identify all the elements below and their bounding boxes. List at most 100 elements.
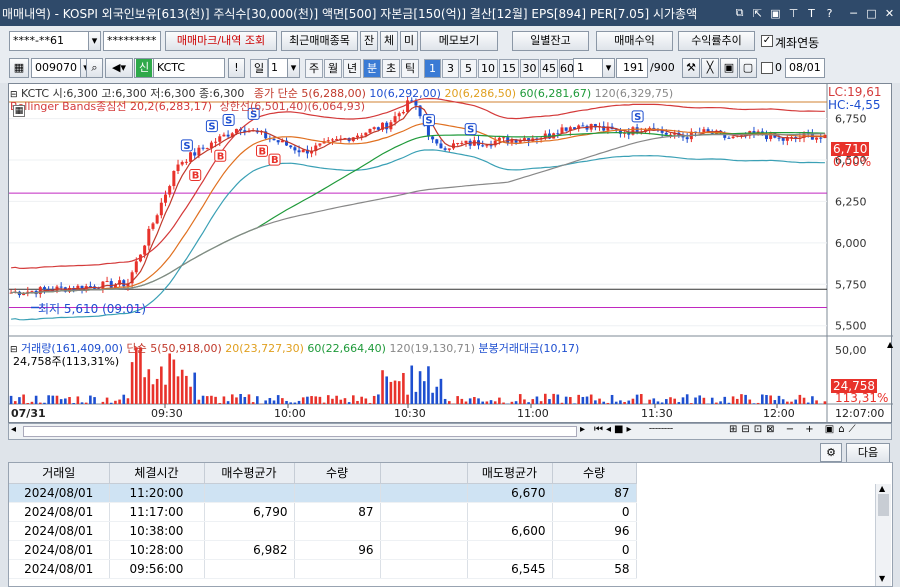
period-dropdown-button[interactable]: ▾ [287, 58, 300, 78]
scroll-track[interactable] [23, 426, 577, 437]
alert-icon[interactable]: ! [228, 58, 245, 78]
period-month-button[interactable]: 월 [324, 59, 342, 78]
interval-button-45[interactable]: 45 [540, 59, 558, 78]
stock-code-field[interactable]: 009070 [31, 58, 81, 78]
save-icon[interactable]: ▣ [720, 58, 738, 78]
table-row[interactable]: 2024/08/01 10:28:00 6,982 96 0 [9, 540, 637, 560]
balance-button[interactable]: 잔 [360, 31, 378, 51]
period-year-button[interactable]: 년 [343, 59, 361, 78]
count-select[interactable]: 1 [573, 58, 603, 78]
account-link-checkbox[interactable]: ✓ [761, 35, 773, 47]
col-exec-time[interactable]: 체결시간 [109, 463, 205, 484]
volume-bar [731, 396, 735, 404]
pushpin-icon[interactable]: ⊤ [786, 6, 801, 21]
profit-trend-button[interactable]: 수익률추이 [678, 31, 755, 51]
period-minute-button[interactable]: 분 [363, 59, 381, 78]
table-row[interactable]: 2024/08/01 11:20:00 6,670 87 [9, 483, 637, 503]
lock-icon[interactable]: ▣ [768, 6, 783, 21]
settings-gear-icon[interactable]: ⚙ [820, 443, 842, 462]
interval-button-1[interactable]: 1 [424, 59, 441, 78]
volume-bar [443, 398, 447, 404]
trade-profit-button[interactable]: 매매수익 [596, 31, 673, 51]
col-trade-date[interactable]: 거래일 [9, 463, 110, 484]
scroll-left-icon[interactable]: ◂ [11, 424, 16, 435]
window-icon[interactable]: ▢ [739, 58, 757, 78]
volume-ma60-label: 60(22,664,40) [307, 342, 386, 355]
account-number-field[interactable]: ****-**61 [9, 31, 89, 51]
playback-controls-icon[interactable]: ⏮◂■▸ [594, 424, 635, 435]
executed-button[interactable]: 체 [380, 31, 398, 51]
scroll-right-icon[interactable]: ▸ [580, 424, 585, 435]
col-buy-avg[interactable]: 매수평균가 [204, 463, 295, 484]
scroll-down-icon[interactable]: ▼ [879, 574, 885, 583]
price-chart[interactable]: 6,7506,5006,2506,0005,7505,50050,0025,00… [9, 84, 893, 424]
volume-bar [172, 359, 176, 404]
volume-bar [690, 403, 693, 404]
y-tick-label: 6,750 [835, 113, 867, 126]
interval-button-3[interactable]: 3 [442, 59, 459, 78]
scroll-thumb[interactable] [878, 494, 889, 516]
table-row[interactable]: 2024/08/01 10:38:00 6,600 96 [9, 521, 637, 541]
col-buy-qty[interactable]: 수량 [294, 463, 381, 484]
col-blank[interactable] [380, 463, 468, 484]
tools-icon[interactable]: ⚒ [682, 58, 700, 78]
volume-bar [114, 400, 117, 404]
volume-bar [364, 398, 368, 404]
close-icon[interactable]: ✕ [882, 6, 897, 21]
chart-tools-icon[interactable]: ⊞⊟⊡⊠ − + ▣⌂⟋ [729, 424, 860, 435]
grid-toggle-icon[interactable]: ▦ [13, 105, 25, 117]
interval-button-5[interactable]: 5 [460, 59, 477, 78]
scroll-up-icon[interactable]: ▲ [879, 484, 885, 493]
ma60-label: 60(6,281,67) [519, 87, 592, 100]
volume-bar [673, 398, 676, 404]
search-icon[interactable]: ⌕ [86, 58, 103, 78]
interval-button-30[interactable]: 30 [520, 59, 539, 78]
volume-bar [669, 397, 672, 404]
interval-button-15[interactable]: 15 [499, 59, 519, 78]
candle-body [360, 135, 364, 137]
col-sell-avg[interactable]: 매도평균가 [467, 463, 553, 484]
volume-bar [773, 400, 777, 404]
table-cell: 2024/08/01 [9, 483, 110, 503]
table-row[interactable]: 2024/08/01 11:17:00 6,790 87 0 [9, 502, 637, 522]
minimize-icon[interactable]: ─ [846, 6, 861, 21]
next-button[interactable]: 다음 [846, 443, 890, 463]
interval-button-10[interactable]: 10 [478, 59, 498, 78]
date-checkbox[interactable] [761, 62, 773, 74]
date-field[interactable]: 08/01 [785, 58, 825, 78]
col-sell-qty[interactable]: 수량 [552, 463, 637, 484]
crosshair-icon[interactable]: ╳ [701, 58, 719, 78]
link-icon[interactable]: ⧉ [732, 6, 747, 21]
grid-scrollbar[interactable]: ▲ ▼ [875, 484, 891, 586]
recent-trades-button[interactable]: 최근매매종목 [281, 31, 358, 51]
period-tick-button[interactable]: 틱 [401, 59, 419, 78]
trade-mark-query-button[interactable]: 매매마크/내역 조회 [165, 31, 277, 51]
chart-type-icon[interactable]: ▦ [9, 58, 29, 78]
password-field[interactable]: ********* [103, 31, 161, 51]
daily-balance-button[interactable]: 일별잔고 [512, 31, 589, 51]
period-second-button[interactable]: 초 [382, 59, 400, 78]
volume-panel-toggle-icon[interactable]: ▲ [887, 340, 893, 349]
volume-bar [289, 402, 293, 404]
font-icon[interactable]: T [804, 6, 819, 21]
count-field[interactable]: 191 [616, 58, 648, 78]
memo-button[interactable]: 메모보기 [420, 31, 498, 51]
zoom-slider-icon[interactable]: ┄┄┄┄ [649, 424, 673, 435]
help-icon[interactable]: ? [822, 6, 837, 21]
chart-scroll-bar[interactable]: ◂ ▸ ⏮◂■▸ ┄┄┄┄ ⊞⊟⊡⊠ − + ▣⌂⟋ [8, 423, 892, 440]
candle-body [664, 132, 668, 135]
period-day-button[interactable]: 일 [250, 59, 268, 78]
chart-panel[interactable]: 6,7506,5006,2506,0005,7505,50050,0025,00… [8, 83, 893, 424]
period-week-button[interactable]: 주 [305, 59, 323, 78]
volume-bar [677, 402, 681, 404]
account-dropdown-button[interactable]: ▾ [88, 31, 101, 51]
maximize-icon[interactable]: □ [864, 6, 879, 21]
speaker-icon[interactable]: ◀▾ [105, 58, 133, 78]
period-number-field[interactable]: 1 [268, 58, 288, 78]
table-row[interactable]: 2024/08/01 09:56:00 6,545 58 [9, 559, 637, 579]
candle-body [355, 135, 359, 138]
volume-bar [527, 402, 530, 404]
count-dropdown-button[interactable]: ▾ [602, 58, 615, 78]
unexecuted-button[interactable]: 미 [400, 31, 418, 51]
pin-icon[interactable]: ⇱ [750, 6, 765, 21]
